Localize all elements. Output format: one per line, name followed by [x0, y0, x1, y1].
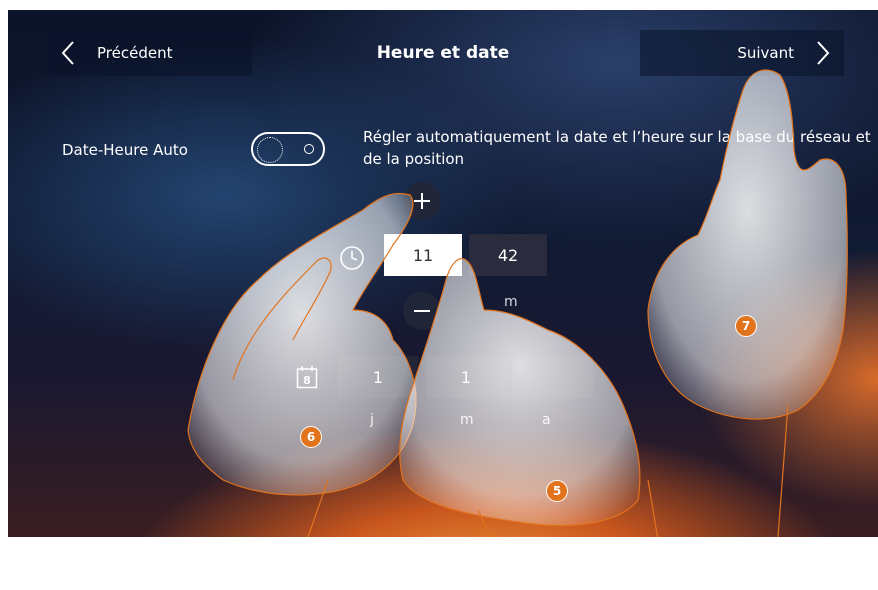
- touch-screen: Précédent Heure et date Suivant Date-Heu…: [8, 10, 878, 537]
- middle-hand-wrist-2: [647, 479, 659, 537]
- right-hand: [647, 69, 848, 420]
- step-marker-6: 6: [300, 426, 322, 448]
- left-hand: [187, 192, 417, 496]
- middle-hand: [399, 258, 641, 527]
- hand-illustrations: [187, 69, 848, 537]
- right-hand-wrist: [777, 404, 789, 537]
- step-marker-5: 5: [546, 480, 568, 502]
- step-marker-7: 7: [735, 315, 757, 337]
